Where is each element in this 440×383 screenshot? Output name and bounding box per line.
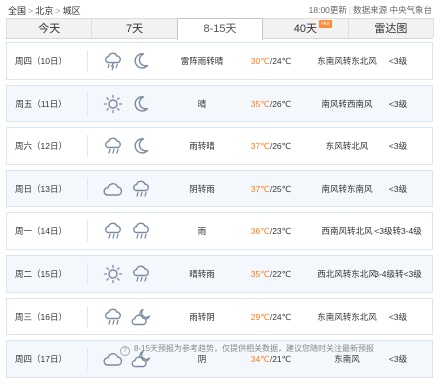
- forecast-row: 周三（16日） 雨转阴 29℃/24℃ 东南风转东北风 <3级: [6, 297, 433, 336]
- moon-icon: [134, 53, 149, 69]
- temperature: 35℃/26℃: [250, 98, 292, 109]
- weather-text: 阴转雨: [189, 183, 215, 194]
- temperature: 35℃/22℃: [250, 268, 292, 279]
- hot-badge: Hot: [319, 20, 332, 28]
- weather-icons: [103, 307, 151, 327]
- wind-level: <3级: [388, 141, 408, 152]
- weather-text: 雨转阴: [189, 311, 215, 322]
- cloudy-icon: [103, 182, 123, 196]
- row-divider: [87, 262, 88, 285]
- weather-icons: [103, 221, 151, 241]
- low-temp: 24℃: [272, 311, 292, 322]
- tab-radar[interactable]: 雷达图: [347, 18, 435, 38]
- high-temp: 35℃: [250, 98, 270, 109]
- wind-level: <3级: [388, 98, 408, 109]
- sun-icon: [103, 94, 123, 113]
- forecast-row: 周六（12日） 雨转晴 37℃/26℃ 东风转北风 <3级: [6, 127, 433, 165]
- moon-icon: [134, 95, 149, 112]
- forecast-row: 周五（11日）晴 35℃/26℃ 南风转西南风 <3级: [6, 84, 433, 123]
- source-label: 数据来源 中央气象台: [353, 5, 432, 15]
- low-temp: 25℃: [272, 183, 292, 194]
- low-temp: 26℃: [272, 98, 292, 109]
- temperature: 37℃/26℃: [250, 141, 292, 152]
- weather-icons: [103, 94, 151, 114]
- tab-today[interactable]: 今天: [6, 18, 93, 38]
- low-temp: 23℃: [272, 226, 292, 237]
- weather-icons: [103, 136, 151, 156]
- partly-cloudy-night-icon: [131, 308, 151, 325]
- rain-icon: [133, 222, 149, 240]
- weather-text: 雨: [197, 226, 207, 237]
- forecast-row: 周日（13日） 阴转雨 37℃/25℃ 南风转东南风 <3级: [6, 169, 433, 208]
- forecast-date: 周日（13日）: [15, 183, 67, 194]
- row-divider: [87, 348, 88, 371]
- forecast-row: 周二（15日） 晴转雨 35℃/22℃ 西北风转东北风 3-4级转<3级: [6, 254, 433, 293]
- forecast-row: 周一（14日）雨 36℃/23℃ 西南风转北风 <3级转3-4级: [6, 212, 433, 250]
- high-temp: 37℃: [250, 141, 270, 152]
- update-time: 18:00更新: [308, 5, 347, 15]
- forecast-date: 周六（12日）: [15, 141, 67, 152]
- row-divider: [87, 92, 88, 115]
- temperature: 29℃/24℃: [250, 311, 292, 322]
- wind-level: <3级转3-4级: [374, 226, 422, 237]
- temperature: 30℃/24℃: [250, 56, 292, 66]
- footer-note: ? 8-15天预报为参考趋势，仅提供相关数据，建议您随时关注最新预报: [120, 343, 374, 356]
- rain-icon: [105, 137, 121, 154]
- forecast-row: 周四（10日） 雷阵雨转晴 30℃/24℃ 东南风转东北风 <3级: [6, 42, 433, 80]
- high-temp: 35℃: [250, 268, 270, 279]
- forecast-date: 周三（16日）: [15, 311, 67, 322]
- row-divider: [87, 305, 88, 328]
- weather-text: 晴转雨: [189, 268, 215, 279]
- tab-7-days[interactable]: 7天: [91, 18, 178, 38]
- forecast-list: 周四（10日） 雷阵雨转晴 30℃/24℃ 东南风转东北风 <3级 周五（11日）晴 35℃…: [6, 42, 433, 383]
- forecast-tabs: 今天 7天 8-15天 40天 Hot 雷达图: [6, 18, 435, 40]
- weather-icons: [103, 179, 151, 199]
- breadcrumb-city[interactable]: 北京: [35, 6, 53, 16]
- rain-icon: [105, 222, 121, 240]
- high-temp: 37℃: [250, 183, 270, 194]
- forecast-date: 周五（11日）: [15, 98, 67, 109]
- moon-icon: [134, 138, 149, 154]
- forecast-date: 周一（14日）: [15, 226, 67, 237]
- sun-icon: [103, 264, 123, 284]
- weather-text: 雨转晴: [189, 141, 215, 152]
- low-temp: 26℃: [272, 141, 292, 152]
- breadcrumb-district[interactable]: 城区: [63, 6, 81, 16]
- forecast-date: 周四（10日）: [15, 56, 67, 66]
- wind-level: <3级: [388, 183, 408, 194]
- data-source: 18:00更新 | 数据来源 中央气象台: [308, 5, 432, 15]
- wind-level: <3级: [388, 56, 408, 66]
- weather-icons: [103, 264, 151, 284]
- forecast-date: 周二（15日）: [15, 268, 67, 279]
- low-temp: 22℃: [272, 268, 292, 279]
- forecast-date: 周四（17日）: [15, 354, 67, 365]
- high-temp: 36℃: [250, 226, 270, 237]
- breadcrumb: 全国 > 北京 > 城区: [8, 6, 81, 16]
- weather-text: 晴: [197, 98, 207, 109]
- row-divider: [87, 50, 88, 72]
- low-temp: 24℃: [272, 56, 292, 66]
- wind-level: <3级: [388, 354, 408, 365]
- weather-text: 雷阵雨转晴: [180, 56, 224, 66]
- temperature: 36℃/23℃: [250, 226, 292, 237]
- thunderstorm-icon: [105, 52, 121, 71]
- info-icon: ?: [120, 346, 130, 356]
- tab-40-days[interactable]: 40天 Hot: [262, 18, 349, 38]
- temperature: 37℃/25℃: [250, 183, 292, 194]
- high-temp: 29℃: [250, 311, 270, 322]
- row-divider: [87, 177, 88, 200]
- weather-icons: [103, 51, 151, 71]
- top-bar: 全国 > 北京 > 城区 18:00更新 | 数据来源 中央气象台: [0, 0, 440, 18]
- high-temp: 30℃: [250, 56, 270, 66]
- breadcrumb-country[interactable]: 全国: [8, 6, 26, 16]
- row-divider: [87, 220, 88, 243]
- rain-icon: [105, 308, 121, 325]
- rain-icon: [133, 265, 149, 282]
- tab-8-15-days[interactable]: 8-15天: [176, 18, 264, 40]
- wind-level: <3级: [388, 311, 408, 322]
- row-divider: [87, 135, 88, 158]
- wind-level: 3-4级转<3级: [374, 268, 422, 279]
- rain-icon: [133, 180, 149, 197]
